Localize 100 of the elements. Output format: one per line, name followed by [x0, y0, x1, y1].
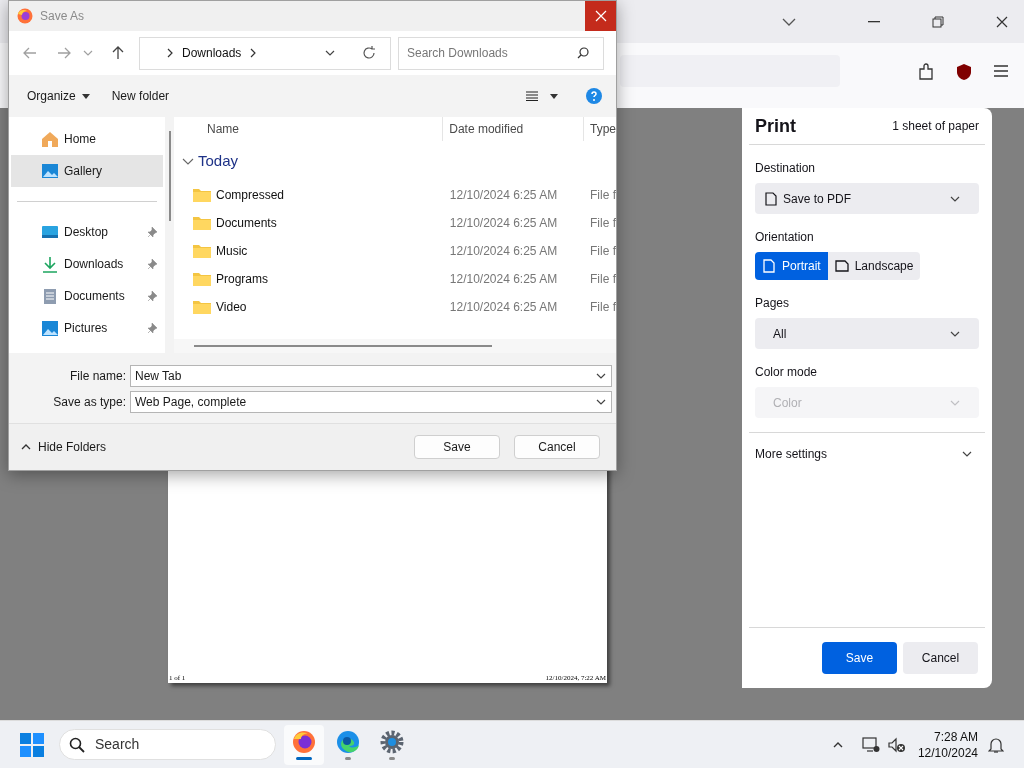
- forward-arrow-icon[interactable]: [57, 46, 71, 60]
- dropdown[interactable]: All: [755, 318, 979, 349]
- help-icon[interactable]: [586, 88, 602, 104]
- taskbar-app-button[interactable]: [284, 724, 324, 765]
- folder-icon: [193, 188, 211, 202]
- print-title: Print: [755, 114, 796, 138]
- file-row[interactable]: Documents 12/10/2024 6:25 AM File f: [174, 209, 616, 237]
- scrollbar-thumb[interactable]: [168, 131, 171, 221]
- clock-date: 12/10/2024: [917, 744, 978, 761]
- desktop-icon: [41, 223, 59, 241]
- up-arrow-icon[interactable]: [111, 46, 125, 60]
- search-field[interactable]: Search: [59, 729, 276, 760]
- search-icon: [69, 736, 85, 753]
- date-cell-text: 12/10/2024 6:25 AM: [448, 299, 559, 316]
- chevron-up-icon: [21, 442, 31, 452]
- orientation-option[interactable]: Landscape: [827, 252, 921, 280]
- minimize-icon[interactable]: [868, 20, 880, 23]
- save-button[interactable]: Save: [822, 642, 897, 674]
- file-name: Music: [216, 243, 248, 260]
- sheet-count: 1 sheet of paper: [892, 118, 979, 135]
- organize-button[interactable]: Organize: [19, 83, 98, 109]
- image-icon: [41, 162, 59, 180]
- caret-icon: [81, 93, 90, 99]
- muted-speaker-icon[interactable]: [887, 736, 906, 753]
- image-icon: [41, 319, 59, 337]
- column-header[interactable]: Date modified: [442, 117, 583, 141]
- chevron-down-icon[interactable]: [782, 17, 796, 26]
- menu-icon[interactable]: [994, 65, 1008, 77]
- nav-item[interactable]: Downloads: [11, 248, 163, 280]
- caret-icon: [550, 93, 558, 99]
- search-field[interactable]: Search Downloads: [398, 36, 604, 70]
- save-button[interactable]: Save: [414, 435, 500, 459]
- restore-icon[interactable]: [932, 15, 944, 28]
- nav-item[interactable]: Home: [11, 123, 163, 155]
- network-icon[interactable]: [861, 736, 880, 753]
- field-label: Destination: [754, 160, 817, 177]
- close-icon: [594, 10, 607, 22]
- refresh-icon: [362, 46, 376, 60]
- file-name: Compressed: [216, 187, 285, 204]
- file-type-dropdown[interactable]: Web Page, complete: [130, 391, 612, 413]
- folder-icon: [193, 300, 211, 314]
- firefox-icon: [292, 729, 316, 754]
- file-row[interactable]: Video 12/10/2024 6:25 AM File f: [174, 293, 616, 321]
- file-name-field[interactable]: New Tab: [130, 365, 612, 387]
- download-icon: [41, 255, 59, 273]
- new-folder-button[interactable]: New folder: [97, 83, 184, 109]
- chevron-right-icon: [249, 48, 258, 58]
- shield-icon[interactable]: [956, 63, 972, 81]
- gear-icon: [380, 729, 404, 754]
- document-icon: [41, 287, 59, 305]
- file-name: Programs: [216, 271, 268, 288]
- folder-icon: [193, 216, 211, 230]
- scrollbar-thumb[interactable]: [194, 345, 492, 347]
- field-label: Save as type:: [52, 394, 127, 411]
- back-arrow-icon[interactable]: [23, 46, 37, 60]
- date-cell-text: 12/10/2024 6:25 AM: [448, 243, 559, 260]
- type-cell-text: File f: [589, 299, 616, 316]
- dropdown[interactable]: Save to PDF: [755, 183, 979, 214]
- group-header[interactable]: Today: [174, 141, 616, 181]
- file-row[interactable]: Music 12/10/2024 6:25 AM File f: [174, 237, 616, 265]
- field-label: Pages: [754, 295, 791, 312]
- portrait-page-icon: [762, 259, 776, 273]
- house-icon: [41, 130, 59, 148]
- type-cell-text: File f: [589, 243, 616, 260]
- more-settings-toggle[interactable]: More settings: [749, 437, 985, 471]
- edge-icon: [336, 729, 360, 754]
- puzzle-icon[interactable]: [918, 63, 934, 81]
- orientation-option[interactable]: Portrait: [755, 252, 828, 280]
- hide-folders-button[interactable]: Hide Folders: [21, 438, 107, 456]
- date-cell-text: 12/10/2024 6:25 AM: [448, 187, 559, 204]
- file-row[interactable]: Programs 12/10/2024 6:25 AM File f: [174, 265, 616, 293]
- address-bar[interactable]: Downloads: [139, 36, 391, 70]
- bell-icon[interactable]: [988, 735, 1004, 754]
- cancel-button[interactable]: Cancel: [903, 642, 978, 674]
- window-title: Save As: [40, 8, 85, 25]
- file-name: Documents: [216, 215, 277, 232]
- breadcrumb-link[interactable]: Downloads: [182, 44, 242, 62]
- folder-icon: [193, 272, 211, 286]
- file-name: Video: [216, 299, 247, 316]
- nav-item[interactable]: Pictures: [11, 312, 163, 344]
- nav-item[interactable]: Desktop: [11, 216, 163, 248]
- cancel-button[interactable]: Cancel: [514, 435, 600, 459]
- close-button[interactable]: [585, 1, 616, 31]
- clock-time: 7:28 AM: [933, 728, 978, 745]
- column-header[interactable]: Type: [583, 117, 616, 141]
- type-cell-text: File f: [589, 271, 616, 288]
- landscape-page-icon: [834, 259, 849, 273]
- close-icon[interactable]: [996, 15, 1008, 28]
- windows-start-icon[interactable]: [20, 732, 44, 757]
- type-cell-text: File f: [589, 215, 616, 232]
- nav-item[interactable]: Documents: [11, 280, 163, 312]
- file-row[interactable]: Compressed 12/10/2024 6:25 AM File f: [174, 181, 616, 209]
- column-header[interactable]: Name: [174, 117, 443, 141]
- chevron-right-icon: [166, 48, 174, 58]
- list-view-icon: [526, 91, 538, 101]
- search-icon: [577, 47, 589, 59]
- nav-item[interactable]: Gallery: [11, 155, 163, 187]
- date-cell-text: 12/10/2024 6:25 AM: [448, 215, 559, 232]
- field-label: Color mode: [754, 364, 819, 381]
- type-cell-text: File f: [589, 187, 616, 204]
